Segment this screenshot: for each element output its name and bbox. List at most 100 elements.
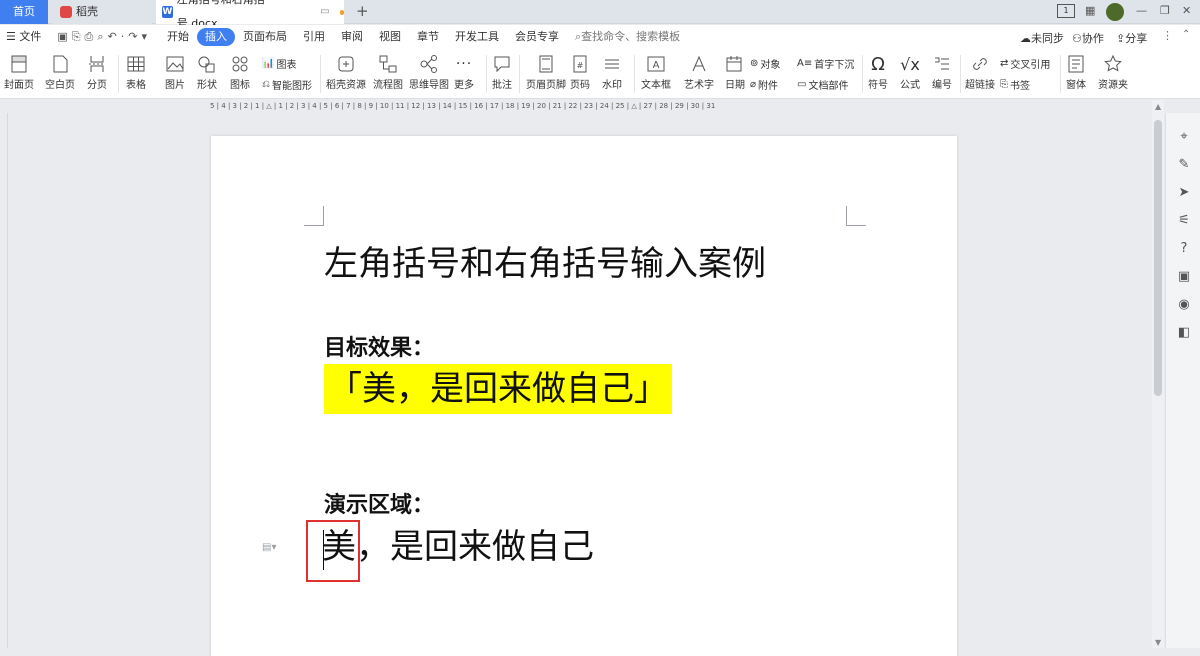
doc-part-button[interactable]: ▭ 文档部件: [797, 77, 848, 92]
target-text-highlighted[interactable]: 「美，是回来做自己」: [324, 364, 672, 414]
pagebreak-label: 分页: [87, 80, 107, 91]
tab-daoke[interactable]: 稻壳: [52, 0, 152, 24]
new-tab-button[interactable]: +: [356, 2, 369, 20]
vertical-scrollbar[interactable]: ▲ ▼: [1152, 100, 1164, 648]
resources-button[interactable]: 资源夹: [1098, 52, 1128, 91]
pen-icon[interactable]: ✎: [1176, 157, 1192, 172]
minimize-button[interactable]: —: [1136, 4, 1147, 17]
smartart-button[interactable]: ⎌ 智能图形: [262, 77, 312, 92]
demo-text[interactable]: 美，是回来做自己: [322, 522, 594, 572]
horizontal-ruler[interactable]: 5 | 4 | 3 | 2 | 1 | △ | 1 | 2 | 3 | 4 | …: [0, 99, 1150, 113]
mindmap-button[interactable]: 思维导图: [409, 52, 449, 91]
grid-apps-icon[interactable]: ▦: [1085, 4, 1095, 17]
daoke-res-label: 稻壳资源: [326, 80, 366, 91]
icon-label: 图标: [230, 80, 250, 91]
menu-review[interactable]: 审阅: [333, 28, 371, 46]
attachment-button[interactable]: ⌀ 附件: [750, 77, 778, 92]
tab-bar: 首页 稻壳 W 左角括号和右角括号.docx ▭ + 1 ▦ — ❐ ✕: [0, 0, 1200, 30]
picture-icon: [165, 52, 185, 76]
vertical-ruler[interactable]: [0, 113, 8, 648]
more-button[interactable]: ··· 更多: [454, 52, 474, 91]
svg-text:A: A: [653, 60, 660, 71]
page-break-button[interactable]: 分页: [87, 52, 107, 91]
menu-member[interactable]: 会员专享: [507, 28, 567, 46]
scroll-down-icon[interactable]: ▼: [1155, 638, 1161, 647]
collab-label: 协作: [1081, 32, 1104, 45]
cursor-icon[interactable]: ➤: [1176, 185, 1192, 200]
blank-page-button[interactable]: 空白页: [45, 52, 75, 91]
blank-label: 空白页: [45, 80, 75, 91]
close-button[interactable]: ✕: [1182, 4, 1191, 17]
scrollbar-thumb[interactable]: [1154, 120, 1162, 396]
share-button[interactable]: ⇪分享: [1116, 30, 1147, 46]
flowchart-button[interactable]: 流程图: [373, 52, 403, 91]
header-footer-icon: [536, 52, 556, 76]
menu-view[interactable]: 视图: [371, 28, 409, 46]
date-label: 日期: [725, 80, 745, 91]
monitor-icon[interactable]: ▭: [320, 0, 329, 24]
form-window-button[interactable]: 窗体: [1066, 52, 1086, 91]
bookmark-button[interactable]: ⎘ 书签: [1000, 77, 1030, 92]
shape-button[interactable]: 形状: [197, 52, 217, 91]
object-button[interactable]: ⊚ 对象: [750, 56, 780, 71]
comment-button[interactable]: 批注: [492, 52, 512, 91]
link-icon: [970, 52, 990, 76]
tab-home[interactable]: 首页: [0, 0, 48, 24]
demo-label[interactable]: 演示区域：: [324, 487, 434, 519]
chart-button[interactable]: 📊 图表: [262, 56, 296, 71]
dropcap-icon: A≡: [797, 58, 813, 69]
wordart-button[interactable]: 艺术字: [684, 52, 714, 91]
restore-button[interactable]: ❐: [1160, 4, 1170, 17]
avatar[interactable]: [1106, 3, 1124, 21]
formula-button[interactable]: √x 公式: [900, 52, 920, 92]
cover-page-button[interactable]: 封面页: [4, 52, 34, 91]
comment-label: 批注: [492, 80, 512, 91]
menu-page-layout[interactable]: 页面布局: [235, 28, 295, 46]
menu-section[interactable]: 章节: [409, 28, 447, 46]
watermark-button[interactable]: 水印: [602, 52, 622, 91]
sliders-icon[interactable]: ⚟: [1176, 213, 1192, 228]
paragraph-options-icon[interactable]: ▤▾: [262, 542, 276, 553]
header-footer-button[interactable]: 页眉页脚: [526, 52, 566, 91]
flowchart-label: 流程图: [373, 80, 403, 91]
quick-access-toolbar[interactable]: ▣⎘⎙⌕↶·↷▾: [49, 28, 159, 46]
table-button[interactable]: 表格: [126, 52, 146, 91]
watermark-icon: [602, 52, 622, 76]
reader-icon[interactable]: ◧: [1176, 325, 1192, 340]
file-menu[interactable]: ☰ 文件: [0, 28, 49, 46]
more-vertical-icon[interactable]: ⋮: [1162, 29, 1173, 42]
symbol-button[interactable]: Ω 符号: [868, 52, 888, 92]
menu-bar: ☰ 文件 ▣⎘⎙⌕↶·↷▾ 开始 插入 页面布局 引用 审阅 视图 章节 开发工…: [0, 25, 1200, 49]
menu-developer[interactable]: 开发工具: [447, 28, 507, 46]
unsaved-dot-icon: [339, 9, 345, 15]
page-indicator[interactable]: 1: [1057, 4, 1075, 18]
cross-ref-label: 交叉引用: [1010, 60, 1051, 71]
command-search[interactable]: ⌕查找命令、搜索模板: [567, 28, 688, 46]
help-icon[interactable]: ?: [1176, 241, 1192, 256]
dropcap-button[interactable]: A≡ 首字下沉: [797, 56, 854, 71]
menu-references[interactable]: 引用: [295, 28, 333, 46]
ellipsis-icon: ···: [455, 56, 473, 72]
picture-button[interactable]: 图片: [165, 52, 185, 91]
tab-document[interactable]: W 左角括号和右角括号.docx ▭: [156, 0, 345, 30]
sync-status[interactable]: ☁未同步: [1020, 30, 1064, 46]
textbox-button[interactable]: A 文本框: [641, 52, 671, 91]
scroll-up-icon[interactable]: ▲: [1155, 102, 1161, 111]
target-label[interactable]: 目标效果：: [324, 330, 434, 362]
menu-insert[interactable]: 插入: [196, 28, 235, 46]
hyperlink-button[interactable]: 超链接: [965, 52, 995, 91]
location-icon[interactable]: ◉: [1176, 297, 1192, 312]
menu-start[interactable]: 开始: [159, 28, 197, 46]
location-pin-icon[interactable]: ⌖: [1176, 129, 1192, 144]
page-number-button[interactable]: # 页码: [570, 52, 590, 91]
document-title[interactable]: 左角括号和右角括号输入案例: [324, 236, 766, 285]
image-tool-icon[interactable]: ▣: [1176, 269, 1192, 284]
hyperlink-label: 超链接: [965, 80, 995, 91]
collab-button[interactable]: ⚇协作: [1072, 30, 1104, 46]
icon-library-button[interactable]: 图标: [230, 52, 250, 91]
date-button[interactable]: 日期: [725, 52, 745, 91]
numbering-button[interactable]: 编号: [932, 52, 952, 91]
daoke-resources-button[interactable]: 稻壳资源: [326, 52, 366, 91]
cross-ref-button[interactable]: ⇄ 交叉引用: [1000, 56, 1050, 71]
collapse-ribbon-icon[interactable]: ⌃: [1182, 29, 1190, 40]
